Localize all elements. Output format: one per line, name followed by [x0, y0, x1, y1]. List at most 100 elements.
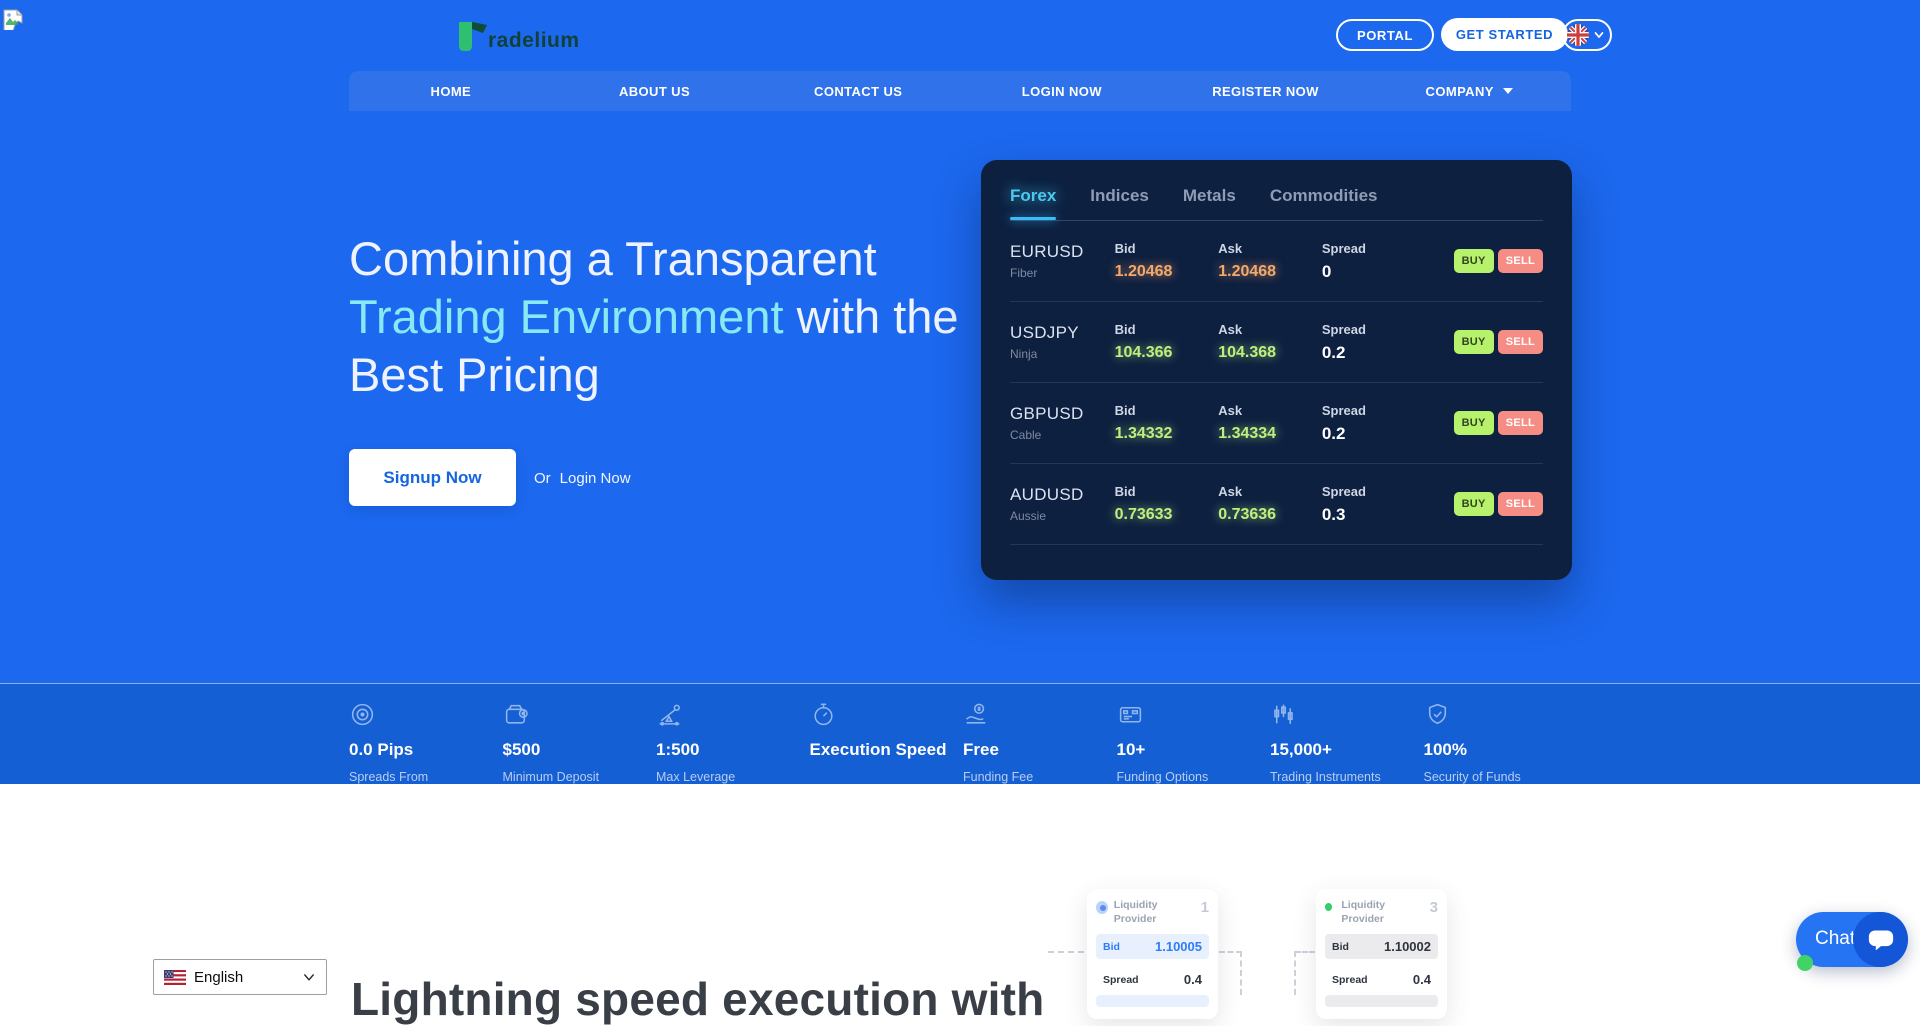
stat-funding-fee: Free Funding Fee	[963, 684, 1117, 784]
nav-item-about[interactable]: ABOUT US	[553, 84, 757, 99]
stat-funding-options: 10+ Funding Options	[1117, 684, 1271, 784]
connector-dash	[1240, 951, 1242, 995]
spread-value: 0.2	[1322, 424, 1454, 444]
chat-widget-button[interactable]: Chat	[1796, 912, 1908, 967]
pair-nickname: Aussie	[1010, 509, 1115, 523]
tab-metals[interactable]: Metals	[1183, 186, 1236, 220]
ask-value: 1.20468	[1218, 263, 1322, 281]
tab-commodities[interactable]: Commodities	[1270, 186, 1378, 220]
chat-bubble-circle	[1853, 912, 1908, 967]
chevron-down-icon	[1592, 28, 1606, 42]
bid-label: Bid	[1115, 322, 1219, 337]
ask-value: 0.73636	[1218, 506, 1322, 524]
spread-row: Spread 0.4	[1096, 967, 1209, 992]
pair-nickname: Cable	[1010, 428, 1115, 442]
connector-dash	[1219, 951, 1242, 953]
wallet-icon	[503, 701, 530, 728]
leverage-icon	[656, 701, 683, 728]
quote-row-eurusd: EURUSD Fiber Bid 1.20468 Ask 1.20468 Spr…	[1010, 221, 1543, 302]
ask-row-partial	[1096, 995, 1209, 1007]
candlestick-icon	[1270, 701, 1297, 728]
main-nav: HOME ABOUT US CONTACT US LOGIN NOW REGIS…	[349, 71, 1571, 111]
or-label: Or	[534, 470, 551, 487]
stat-security: 100% Security of Funds	[1424, 684, 1578, 784]
target-icon	[349, 701, 376, 728]
stat-instruments: 15,000+ Trading Instruments	[1270, 684, 1424, 784]
stopwatch-icon	[810, 701, 837, 728]
get-started-button[interactable]: GET STARTED	[1441, 18, 1568, 51]
spread-row: Spread 0.4	[1325, 967, 1438, 992]
hero-title: Combining a Transparent Trading Environm…	[349, 230, 974, 404]
ask-label: Ask	[1218, 322, 1322, 337]
tab-indices[interactable]: Indices	[1090, 186, 1149, 220]
signup-button[interactable]: Signup Now	[349, 449, 516, 506]
provider-title: Liquidity Provider	[1114, 899, 1195, 926]
logo-wordmark: radelium	[488, 29, 580, 53]
stat-min-deposit: $500 Minimum Deposit	[503, 684, 657, 784]
chat-bubble-icon	[1866, 927, 1896, 953]
nav-item-company[interactable]: COMPANY	[1367, 84, 1571, 99]
ask-label: Ask	[1218, 403, 1322, 418]
spread-value: 0.2	[1322, 343, 1454, 363]
nav-item-login[interactable]: LOGIN NOW	[960, 84, 1164, 99]
buy-button[interactable]: BUY	[1454, 492, 1494, 516]
language-switcher[interactable]	[1562, 19, 1612, 51]
bid-value: 1.20468	[1115, 263, 1219, 281]
liquidity-provider-card-3: Liquidity Provider 3 Bid 1.10002 Spread …	[1316, 889, 1447, 1019]
spread-value: 0	[1322, 262, 1454, 282]
ask-value: 104.368	[1218, 344, 1322, 362]
chat-label: Chat	[1815, 928, 1855, 950]
bid-row: Bid 1.10005	[1096, 934, 1209, 959]
ask-row-partial	[1325, 995, 1438, 1007]
language-flag-icon	[1567, 24, 1589, 46]
pair-symbol: USDJPY	[1010, 323, 1115, 343]
market-quotes-widget: Forex Indices Metals Commodities EURUSD …	[981, 160, 1572, 580]
hero-title-accent: Trading Environment	[349, 290, 784, 343]
quote-row-gbpusd: GBPUSD Cable Bid 1.34332 Ask 1.34334 Spr…	[1010, 383, 1543, 464]
provider-dot-icon	[1325, 903, 1332, 911]
portal-button[interactable]: PORTAL	[1336, 19, 1434, 51]
tab-forex[interactable]: Forex	[1010, 186, 1056, 220]
language-select[interactable]: English	[153, 959, 327, 995]
pair-nickname: Fiber	[1010, 266, 1115, 280]
credit-card-icon	[1117, 701, 1144, 728]
spread-label: Spread	[1322, 322, 1454, 337]
pair-nickname: Ninja	[1010, 347, 1115, 361]
nav-item-contact[interactable]: CONTACT US	[756, 84, 960, 99]
broken-image-icon	[2, 8, 24, 30]
connector-dash	[1048, 951, 1084, 953]
logo[interactable]: radelium	[452, 16, 580, 56]
bid-label: Bid	[1115, 403, 1219, 418]
liquidity-provider-card-1: Liquidity Provider 1 Bid 1.10005 Spread …	[1087, 889, 1218, 1019]
sell-button[interactable]: SELL	[1498, 411, 1543, 435]
provider-title: Liquidity Provider	[1341, 899, 1423, 926]
quote-row-usdjpy: USDJPY Ninja Bid 104.366 Ask 104.368 Spr…	[1010, 302, 1543, 383]
buy-button[interactable]: BUY	[1454, 411, 1494, 435]
pair-symbol: AUDUSD	[1010, 485, 1115, 505]
hero-section: radelium PORTAL GET STARTED HOME ABOUT U…	[0, 0, 1920, 683]
pair-symbol: EURUSD	[1010, 242, 1115, 262]
buy-button[interactable]: BUY	[1454, 249, 1494, 273]
login-now-link[interactable]: Login Now	[560, 470, 631, 487]
buy-button[interactable]: BUY	[1454, 330, 1494, 354]
ask-label: Ask	[1218, 484, 1322, 499]
sell-button[interactable]: SELL	[1498, 249, 1543, 273]
nav-item-home[interactable]: HOME	[349, 84, 553, 99]
login-now-row: Or Login Now	[534, 470, 631, 487]
logo-t-icon	[452, 16, 490, 56]
stat-spreads: 0.0 Pips Spreads From	[349, 684, 503, 784]
bid-label: Bid	[1115, 241, 1219, 256]
spread-value: 0.3	[1322, 505, 1454, 525]
ask-value: 1.34334	[1218, 425, 1322, 443]
nav-item-register[interactable]: REGISTER NOW	[1164, 84, 1368, 99]
provider-number: 1	[1201, 899, 1209, 916]
hand-coin-icon	[963, 701, 990, 728]
sell-button[interactable]: SELL	[1498, 330, 1543, 354]
sell-button[interactable]: SELL	[1498, 492, 1543, 516]
caret-down-icon	[1503, 88, 1513, 94]
connector-dash	[1294, 951, 1296, 995]
us-flag-icon	[164, 970, 186, 985]
bid-value: 104.366	[1115, 344, 1219, 362]
shield-check-icon	[1424, 701, 1451, 728]
widget-tabs: Forex Indices Metals Commodities	[1010, 186, 1543, 220]
